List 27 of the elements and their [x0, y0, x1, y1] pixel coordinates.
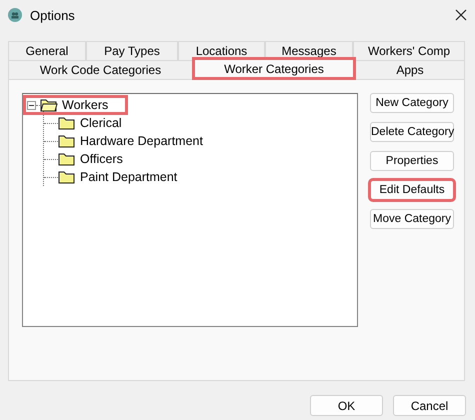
tree-item[interactable]: Officers [80, 152, 123, 166]
tree-item[interactable]: Clerical [80, 116, 122, 130]
close-icon[interactable] [455, 9, 467, 21]
action-button[interactable]: Move Category [370, 209, 454, 229]
folder-icon [58, 116, 76, 130]
tree-root-item[interactable]: Workers [25, 97, 126, 113]
app-icon [8, 8, 22, 22]
tab[interactable]: General [8, 41, 86, 60]
action-button[interactable]: New Category [370, 93, 454, 113]
tab[interactable]: Pay Types [86, 41, 178, 60]
tab[interactable]: Apps [355, 60, 465, 79]
dialog-button[interactable]: OK [310, 395, 383, 416]
window-title: Options [30, 8, 76, 22]
tab[interactable]: Worker Categories [193, 58, 355, 79]
action-button[interactable]: Properties [370, 151, 454, 171]
action-button[interactable]: Delete Category [370, 122, 454, 142]
tab[interactable]: Workers' Comp [353, 41, 465, 60]
tree-item[interactable]: Paint Department [80, 170, 178, 184]
tab[interactable]: Work Code Categories [8, 60, 193, 79]
tree-item[interactable]: Hardware Department [80, 134, 203, 148]
folder-icon [40, 98, 58, 112]
dialog-button[interactable]: Cancel [393, 395, 466, 416]
folder-icon [58, 152, 76, 166]
folder-icon [58, 134, 76, 148]
folder-icon [58, 170, 76, 184]
action-button[interactable]: Edit Defaults [370, 180, 454, 200]
collapse-icon[interactable] [27, 100, 36, 110]
